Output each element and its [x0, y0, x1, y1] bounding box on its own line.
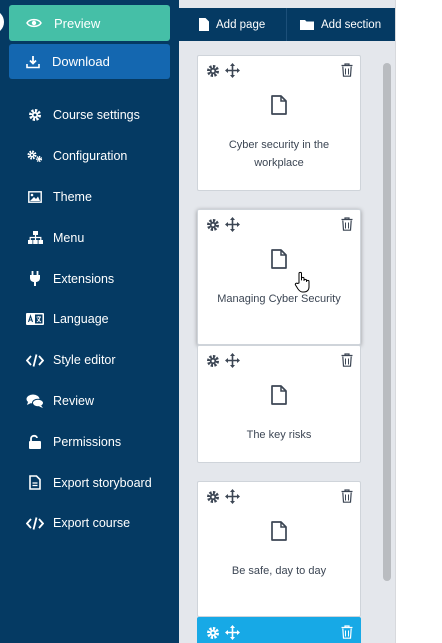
page-card[interactable]: Be safe, day to day	[197, 481, 361, 617]
page-title: Be safe, day to day	[231, 565, 327, 577]
sidebar-item-label: Language	[53, 312, 109, 327]
sidebar-item-review[interactable]: Review	[0, 381, 179, 422]
move-icon[interactable]	[225, 217, 240, 237]
sidebar-item-label: Review	[53, 393, 94, 408]
sidebar-item-menu[interactable]: Menu	[0, 217, 179, 258]
unlock-icon	[26, 434, 44, 450]
page-icon	[271, 95, 287, 120]
gear-icon[interactable]	[206, 354, 220, 373]
download-icon	[26, 55, 40, 68]
sidebar-item-label: Style editor	[53, 353, 116, 368]
add-section-label: Add section	[321, 18, 382, 31]
sidebar-item-export-course[interactable]: Export course	[0, 503, 179, 544]
folder-icon	[300, 20, 314, 30]
comments-icon	[26, 393, 44, 409]
sidebar-item-label: Export storyboard	[53, 475, 152, 490]
sidebar: Preview Download Course settings Configu…	[0, 0, 179, 643]
add-page-button[interactable]: Add page	[179, 8, 286, 41]
page-icon	[271, 385, 287, 410]
code-icon	[26, 352, 44, 368]
sidebar-item-language[interactable]: Language	[0, 299, 179, 340]
sidebar-item-label: Course settings	[53, 108, 140, 123]
gear-icon[interactable]	[206, 218, 220, 237]
page-card[interactable]: The key risks	[197, 345, 361, 463]
sitemap-icon	[26, 230, 44, 246]
trash-icon[interactable]	[341, 625, 353, 643]
add-section-button[interactable]: Add section	[287, 8, 395, 41]
page-card[interactable]: Managing Cyber Security	[197, 209, 361, 345]
page-card[interactable]: Cyber security in the workplace	[197, 55, 361, 191]
download-button[interactable]: Download	[9, 44, 170, 79]
preview-button[interactable]: Preview	[9, 5, 170, 41]
gears-icon	[26, 148, 44, 164]
move-icon[interactable]	[225, 625, 240, 643]
sidebar-item-configuration[interactable]: Configuration	[0, 136, 179, 177]
trash-icon[interactable]	[341, 63, 353, 82]
scrollbar-thumb[interactable]	[383, 63, 391, 581]
sidebar-item-label: Configuration	[53, 149, 128, 164]
file-icon	[199, 18, 209, 31]
sidebar-item-extensions[interactable]: Extensions	[0, 258, 179, 299]
sidebar-item-label: Export course	[53, 516, 131, 531]
image-icon	[26, 189, 44, 205]
avatar-edge	[0, 10, 4, 34]
page-title: Managing Cyber Security	[217, 293, 341, 305]
sidebar-item-theme[interactable]: Theme	[0, 177, 179, 218]
page-card-active[interactable]	[197, 617, 361, 643]
trash-icon[interactable]	[341, 353, 353, 372]
gear-icon	[26, 107, 44, 123]
plug-icon	[26, 271, 44, 287]
right-panel	[395, 0, 442, 643]
sidebar-nav: Course settings Configuration Theme Menu…	[0, 95, 179, 544]
trash-icon[interactable]	[341, 489, 353, 508]
sidebar-item-label: Permissions	[53, 434, 122, 449]
eye-icon	[26, 18, 42, 28]
trash-icon[interactable]	[341, 217, 353, 236]
file-icon	[26, 475, 44, 491]
move-icon[interactable]	[225, 63, 240, 83]
gear-icon[interactable]	[206, 64, 220, 83]
sidebar-item-style-editor[interactable]: Style editor	[0, 340, 179, 381]
page-title: Cyber security in the workplace	[228, 139, 330, 169]
add-page-label: Add page	[216, 18, 266, 31]
gear-icon[interactable]	[206, 626, 220, 643]
sidebar-item-course-settings[interactable]: Course settings	[0, 95, 179, 136]
sidebar-item-permissions[interactable]: Permissions	[0, 421, 179, 462]
language-icon	[26, 311, 44, 327]
move-icon[interactable]	[225, 353, 240, 373]
sidebar-item-label: Menu	[53, 230, 85, 245]
sidebar-item-export-storyboard[interactable]: Export storyboard	[0, 462, 179, 503]
download-label: Download	[52, 54, 110, 69]
page-icon	[271, 249, 287, 274]
preview-label: Preview	[54, 15, 101, 31]
page-icon	[271, 521, 287, 546]
code-icon	[26, 515, 44, 531]
sidebar-item-label: Theme	[53, 189, 92, 204]
sidebar-item-label: Extensions	[53, 271, 115, 286]
move-icon[interactable]	[225, 489, 240, 509]
gear-icon[interactable]	[206, 490, 220, 509]
page-title: The key risks	[246, 429, 312, 441]
page-toolbar: Add page Add section	[179, 8, 395, 41]
